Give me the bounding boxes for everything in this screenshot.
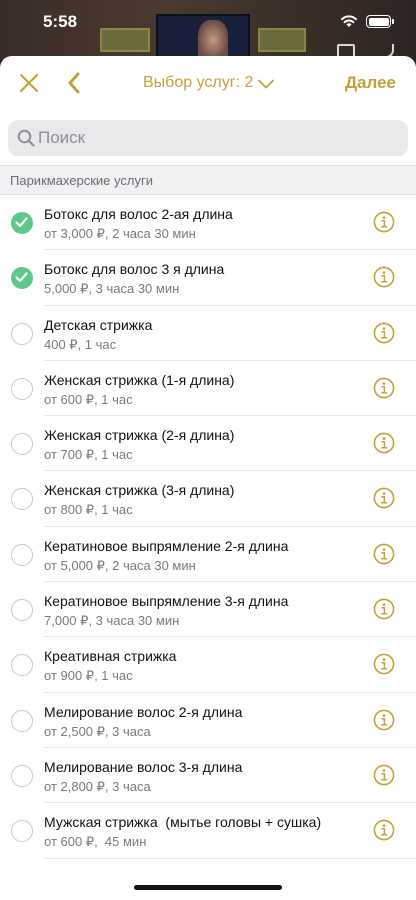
service-picker-sheet: Выбор услуг: 2 Далее Парикмахерские услу…: [0, 56, 416, 900]
empty-circle-icon[interactable]: [11, 820, 33, 843]
service-name: Детская стрижка: [44, 316, 153, 333]
service-name: Женская стрижка (2-я длина): [44, 427, 235, 444]
info-icon[interactable]: [373, 487, 395, 509]
empty-circle-icon[interactable]: [11, 709, 33, 732]
checkmark-circle-icon[interactable]: [11, 212, 33, 234]
service-row[interactable]: Мужская стрижка (мытье головы + сушка) от…: [0, 803, 416, 859]
status-bar: 5:58: [0, 0, 416, 48]
service-price-duration: от 900 ₽, 1 час: [44, 668, 133, 684]
service-name: Кератиновое выпрямление 3-я длина: [44, 593, 289, 610]
service-name: Ботокс для волос 3 я длина: [44, 261, 225, 278]
service-name: Женская стрижка (1-я длина): [44, 371, 235, 388]
service-row[interactable]: Женская стрижка (1-я длина) от 600 ₽, 1 ч…: [0, 361, 416, 417]
battery-icon: [366, 15, 394, 28]
info-icon[interactable]: [373, 266, 395, 288]
service-name: Креативная стрижка: [44, 648, 177, 665]
service-price-duration: от 600 ₽, 1 час: [44, 391, 133, 407]
home-indicator: [134, 885, 282, 890]
search-input[interactable]: [38, 120, 398, 156]
info-icon[interactable]: [373, 653, 395, 675]
info-icon[interactable]: [373, 432, 395, 454]
section-header: Парикмахерские услуги: [0, 165, 416, 195]
service-price-duration: от 600 ₽, 45 мин: [44, 834, 147, 850]
checkmark-circle-icon[interactable]: [11, 267, 33, 290]
back-chevron-icon[interactable]: [66, 71, 82, 95]
search-bar[interactable]: [8, 120, 408, 156]
service-price-duration: 5,000 ₽, 3 часа 30 мин: [44, 281, 180, 297]
empty-circle-icon[interactable]: [11, 543, 33, 566]
info-icon[interactable]: [373, 322, 395, 344]
info-icon[interactable]: [373, 377, 395, 399]
selection-title[interactable]: Выбор услуг: 2: [143, 74, 275, 92]
next-button[interactable]: Далее: [345, 73, 396, 93]
info-icon[interactable]: [373, 764, 395, 786]
selection-title-label: Выбор услуг: 2: [143, 74, 254, 91]
section-title: Парикмахерские услуги: [10, 173, 153, 188]
service-price-duration: от 800 ₽, 1 час: [44, 502, 133, 518]
close-icon[interactable]: [18, 72, 40, 94]
search-icon: [17, 129, 35, 147]
service-row[interactable]: Кератиновое выпрямление 2-я длина от 5,00…: [0, 527, 416, 583]
service-name: Мелирование волос 2-я длина: [44, 703, 243, 720]
service-row[interactable]: Женская стрижка (3-я длина) от 800 ₽, 1 ч…: [0, 471, 416, 528]
service-list: Ботокс для волос 2-ая длина от 3,000 ₽, 2…: [0, 195, 416, 859]
service-row[interactable]: Детская стрижка 400 ₽, 1 час: [0, 306, 416, 362]
empty-circle-icon[interactable]: [11, 322, 33, 345]
service-name: Ботокс для волос 2-ая длина: [44, 206, 233, 222]
service-price-duration: 7,000 ₽, 3 часа 30 мин: [44, 613, 180, 629]
service-price-duration: от 2,800 ₽, 3 часа: [44, 778, 151, 794]
service-name: Женская стрижка (3-я длина): [44, 482, 235, 499]
service-row[interactable]: Мелирование волос 3-я длина от 2,800 ₽, 3…: [0, 748, 416, 804]
service-price-duration: 400 ₽, 1 час: [44, 336, 117, 352]
service-price-duration: от 5,000 ₽, 2 часа 30 мин: [44, 557, 196, 573]
empty-circle-icon[interactable]: [11, 599, 33, 622]
service-row[interactable]: Креативная стрижка от 900 ₽, 1 час: [0, 637, 416, 693]
info-icon[interactable]: [373, 211, 395, 233]
info-icon[interactable]: [373, 819, 395, 841]
service-row[interactable]: Ботокс для волос 2-ая длина от 3,000 ₽, 2…: [0, 195, 416, 251]
info-icon[interactable]: [373, 598, 395, 620]
empty-circle-icon[interactable]: [11, 488, 33, 511]
empty-circle-icon[interactable]: [11, 654, 33, 677]
wifi-icon: [341, 15, 357, 27]
nav-bar: Выбор услуг: 2 Далее: [0, 56, 416, 110]
service-price-duration: от 2,500 ₽, 3 часа: [44, 723, 151, 739]
info-icon[interactable]: [373, 543, 395, 565]
empty-circle-icon[interactable]: [11, 377, 33, 400]
service-row[interactable]: Кератиновое выпрямление 3-я длина 7,000 ₽…: [0, 582, 416, 638]
status-time: 5:58: [43, 12, 78, 31]
info-icon[interactable]: [373, 709, 395, 731]
chevron-down-icon: [258, 79, 275, 88]
empty-circle-icon[interactable]: [11, 764, 33, 787]
service-price-duration: от 700 ₽, 1 час: [44, 447, 133, 463]
service-row[interactable]: Мелирование волос 2-я длина от 2,500 ₽, 3…: [0, 693, 416, 749]
empty-circle-icon[interactable]: [11, 433, 33, 456]
service-name: Кератиновое выпрямление 2-я длина: [44, 537, 289, 554]
service-name: Мужская стрижка (мытье головы + сушка): [44, 814, 322, 831]
service-price-duration: от 3,000 ₽, 2 часа 30 мин: [44, 226, 196, 241]
service-name: Мелирование волос 3-я длина: [44, 758, 243, 775]
service-row[interactable]: Ботокс для волос 3 я длина 5,000 ₽, 3 час…: [0, 250, 416, 306]
service-row[interactable]: Женская стрижка (2-я длина) от 700 ₽, 1 ч…: [0, 416, 416, 472]
